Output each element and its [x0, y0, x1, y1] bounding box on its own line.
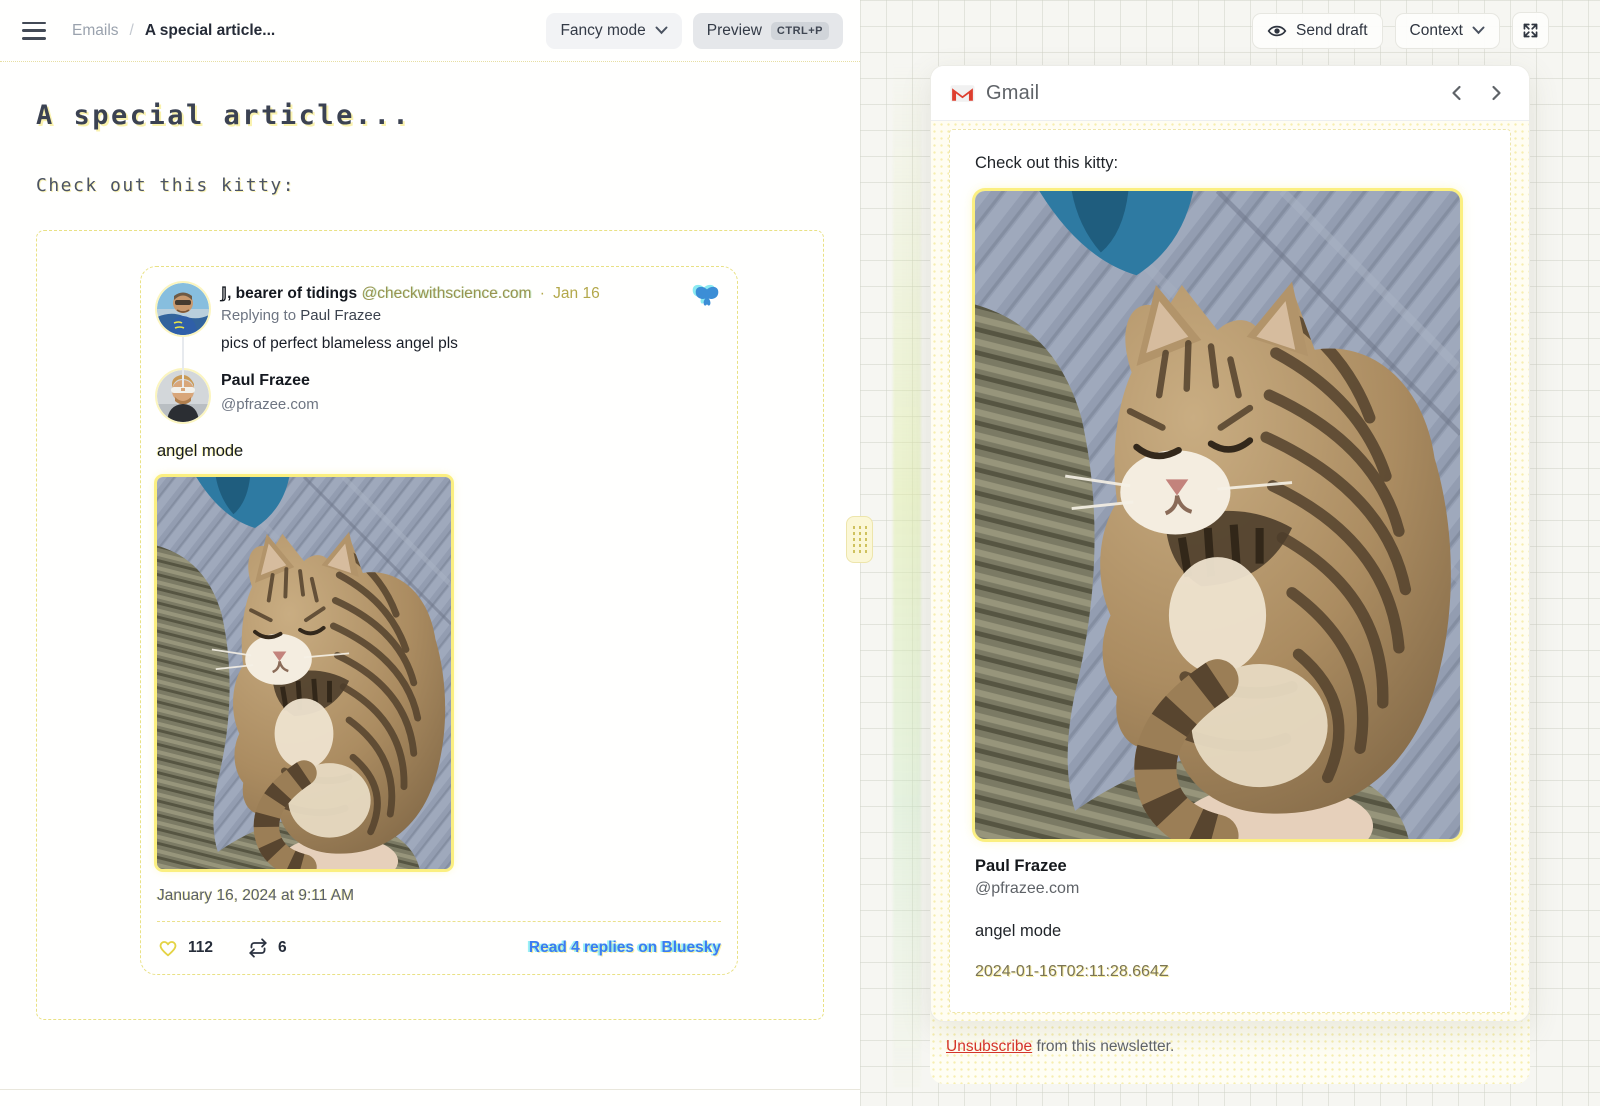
breadcrumb-separator: /: [130, 22, 134, 40]
bluesky-post-card: 𝕁, bearer of tidings @checkwithscience.c…: [140, 266, 738, 975]
reposts-stat: 6: [247, 938, 287, 958]
parent-author-handle: @checkwithscience.com: [361, 285, 531, 302]
cat-photo: [157, 477, 451, 869]
avatar: [157, 283, 209, 335]
email-footer: Unsubscribe from this newsletter.: [930, 1022, 1530, 1056]
reposts-count: 6: [278, 939, 287, 957]
parent-author-name: 𝕁, bearer of tidings: [221, 285, 357, 302]
context-label: Context: [1410, 22, 1463, 40]
main-author-handle: @pfrazee.com: [221, 394, 721, 416]
breadcrumb-emails[interactable]: Emails: [72, 22, 119, 40]
post-stats-row: 112 6 Read 4 replies on Bluesky: [157, 938, 721, 958]
eye-icon: [1267, 23, 1287, 39]
editor-body[interactable]: A special article... Check out this kitt…: [0, 100, 860, 1020]
editor-topbar: Emails / A special article... Fancy mode…: [0, 0, 860, 62]
parent-post-text: pics of perfect blameless angel pls: [221, 332, 681, 356]
send-draft-label: Send draft: [1296, 22, 1368, 40]
unsubscribe-link[interactable]: Unsubscribe: [946, 1038, 1032, 1055]
editor-pane: Emails / A special article... Fancy mode…: [0, 0, 860, 1106]
gmail-header: Gmail: [931, 66, 1529, 121]
separator-dot: ·: [540, 285, 545, 302]
article-intro[interactable]: Check out this kitty:: [36, 175, 824, 196]
preview-shortcut-badge: CTRL+P: [771, 22, 829, 40]
likes-stat: 112: [157, 938, 213, 958]
heart-outline-icon: [157, 938, 179, 958]
fancy-mode-label: Fancy mode: [560, 22, 645, 40]
chevron-down-icon: [1472, 26, 1485, 35]
email-author-name: Paul Frazee: [975, 857, 1485, 876]
parent-post: 𝕁, bearer of tidings @checkwithscience.c…: [157, 283, 721, 356]
menu-icon[interactable]: [22, 22, 46, 40]
email-intro-text: Check out this kitty:: [975, 154, 1485, 173]
likes-count: 112: [188, 939, 213, 957]
gmail-preview-card: Gmail Check out this kitty: Paul: [930, 65, 1530, 1022]
pane-resize-grip[interactable]: [846, 516, 873, 563]
preview-toolbar: Send draft Context: [1252, 12, 1549, 49]
send-draft-button[interactable]: Send draft: [1252, 13, 1383, 49]
expand-arrows-icon: [1521, 21, 1540, 40]
app-window: Emails / A special article... Fancy mode…: [0, 0, 1600, 1106]
repost-arrows-icon: [247, 938, 269, 958]
replying-to-prefix: Replying to: [221, 307, 296, 324]
expand-button[interactable]: [1512, 12, 1549, 49]
article-heading[interactable]: A special article...: [36, 100, 824, 131]
breadcrumb-title: A special article...: [145, 22, 275, 40]
chevron-right-icon: [1491, 85, 1502, 101]
parent-post-date: Jan 16: [553, 285, 600, 302]
next-email-button[interactable]: [1481, 78, 1511, 108]
chevron-down-icon: [655, 26, 668, 35]
preview-button[interactable]: Preview CTRL+P: [693, 13, 843, 49]
main-post-timestamp: January 16, 2024 at 9:11 AM: [157, 887, 721, 905]
gmail-content-area: Check out this kitty: Paul Frazee @pfraz…: [931, 121, 1529, 1022]
fancy-mode-button[interactable]: Fancy mode: [546, 13, 681, 49]
email-timestamp: 2024-01-16T02:11:28.664Z: [975, 963, 1485, 981]
chevron-left-icon: [1451, 85, 1462, 101]
main-post-text: angel mode: [157, 442, 721, 461]
cat-photo: [975, 191, 1460, 839]
gmail-m-icon: [949, 83, 976, 104]
previous-email-button[interactable]: [1441, 78, 1471, 108]
gmail-wordmark: Gmail: [986, 82, 1039, 105]
email-author-handle: @pfrazee.com: [975, 880, 1485, 898]
thread-line: [182, 337, 184, 387]
context-button[interactable]: Context: [1395, 13, 1500, 49]
replying-to-name: Paul Frazee: [300, 307, 381, 324]
embed-block[interactable]: 𝕁, bearer of tidings @checkwithscience.c…: [36, 230, 824, 1020]
email-body: Check out this kitty: Paul Frazee @pfraz…: [949, 129, 1511, 1013]
email-post-text: angel mode: [975, 922, 1485, 941]
preview-label: Preview: [707, 22, 762, 40]
unsubscribe-rest: from this newsletter.: [1032, 1038, 1174, 1055]
main-post-author-row: Paul Frazee @pfrazee.com: [157, 370, 721, 422]
post-divider: [157, 921, 721, 922]
bluesky-butterfly-icon: [693, 283, 721, 356]
main-author-name: Paul Frazee: [221, 370, 721, 392]
email-preview-surface: Gmail Check out this kitty: Paul: [930, 65, 1530, 1084]
read-replies-link[interactable]: Read 4 replies on Bluesky: [529, 939, 721, 957]
